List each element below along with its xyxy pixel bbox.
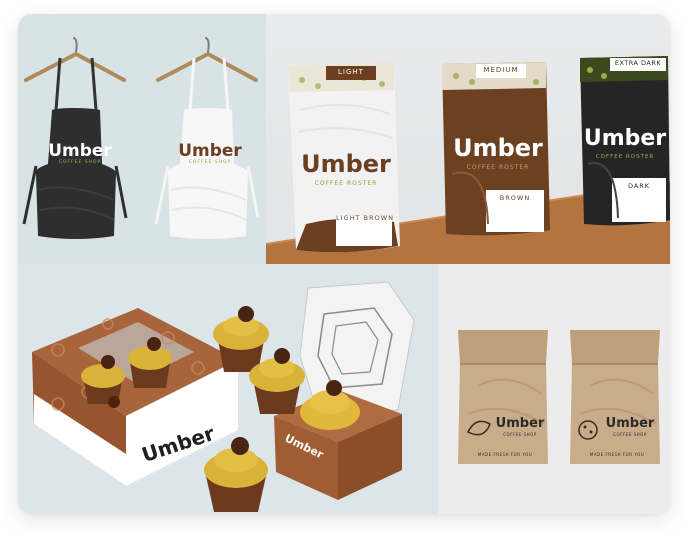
cupcake-boxes-panel: Umber Umber — [18, 264, 438, 514]
pouch-light-brand: Umber — [301, 150, 391, 178]
kraft-bags-panel: Umber COFFEE SHOP MADE FRESH FOR YOU Umb… — [438, 264, 670, 514]
pouch-dark-top-label: EXTRA DARK — [614, 59, 662, 67]
left-bag-brand: Umber — [495, 416, 545, 431]
pouch-medium-bottom-label: BROWN — [499, 194, 531, 202]
right-bag-slogan: MADE FRESH FOR YOU — [589, 452, 645, 457]
right-bag-tagline: COFFEE SHOP — [613, 432, 647, 437]
pouch-medium-brand: Umber — [453, 134, 543, 162]
pouch-light-bottom-label: LIGHT BROWN — [336, 214, 394, 222]
kraft-bag-left — [458, 330, 548, 464]
pouch-dark-bottom-label: DARK — [627, 182, 651, 190]
hanger-left — [24, 37, 126, 82]
cupcake-front — [204, 437, 268, 512]
pouch-dark-brand: Umber — [583, 126, 667, 151]
apron-brand-name: Umber — [178, 141, 242, 161]
hanger-right — [156, 37, 258, 82]
apron-brand-name: Umber — [48, 141, 112, 161]
cupcake-boxes-illustration — [32, 281, 415, 512]
white-apron-logo: Umber COFFEE SHOP — [172, 142, 248, 165]
pouch-light-top-label: LIGHT — [338, 68, 364, 76]
pouch-light-tagline: COFFEE ROSTER — [314, 180, 378, 187]
kraft-bag-right — [570, 330, 660, 464]
left-bag-tagline: COFFEE SHOP — [503, 432, 537, 437]
aprons-illustration — [22, 37, 260, 239]
right-bag-brand: Umber — [605, 416, 655, 431]
left-bag-slogan: MADE FRESH FOR YOU — [477, 452, 533, 457]
mockup-collage: Umber COFFEE SHOP Umber COFFEE SHOP LIGH… — [18, 14, 670, 514]
pouches-panel: LIGHT Umber COFFEE ROSTER LIGHT BROWN ME… — [266, 14, 670, 264]
aprons-panel: Umber COFFEE SHOP Umber COFFEE SHOP — [18, 14, 266, 264]
pouch-dark-tagline: COFFEE ROSTER — [595, 154, 655, 160]
pouch-medium-tagline: COFFEE ROSTER — [466, 164, 530, 171]
black-apron-logo: Umber COFFEE SHOP — [42, 142, 118, 165]
kraft-bags-illustration — [458, 330, 660, 464]
pouch-medium-top-label: MEDIUM — [483, 66, 519, 74]
